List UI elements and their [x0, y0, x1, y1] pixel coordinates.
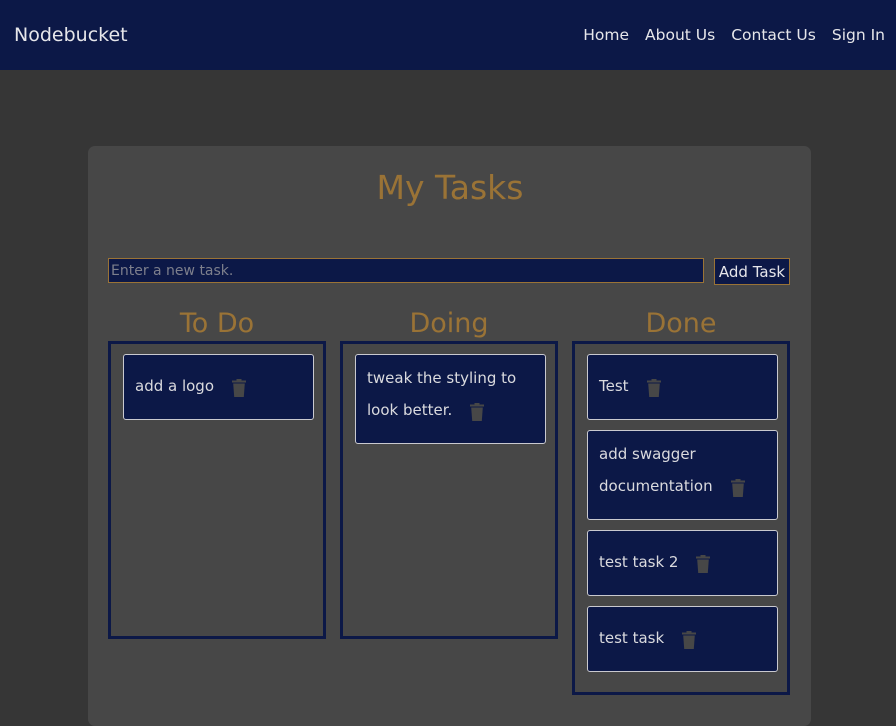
todo-column[interactable]: add a logo: [108, 341, 326, 639]
new-task-input[interactable]: [108, 258, 704, 283]
brand-logo-text[interactable]: Nodebucket: [14, 23, 128, 47]
nav-link-home[interactable]: Home: [583, 24, 629, 46]
task-text: add swagger documentation: [599, 445, 713, 495]
task-card[interactable]: add swagger documentation: [587, 430, 778, 520]
nav-link-contact-us[interactable]: Contact Us: [731, 24, 816, 46]
page-title: My Tasks: [376, 168, 524, 207]
add-task-button[interactable]: Add Task: [714, 258, 790, 285]
doing-column[interactable]: tweak the styling to look better.: [340, 341, 558, 639]
nav-link-about-us[interactable]: About Us: [645, 24, 715, 46]
task-text: add a logo: [135, 377, 215, 395]
trash-icon[interactable]: [232, 376, 247, 397]
task-text: tweak the styling to look better.: [367, 369, 517, 419]
todo-column-title: To Do: [179, 308, 255, 339]
task-card[interactable]: tweak the styling to look better.: [355, 354, 546, 444]
trash-icon[interactable]: [730, 476, 745, 497]
trash-icon[interactable]: [470, 400, 485, 421]
top-navbar: Nodebucket Home About Us Contact Us Sign…: [0, 0, 896, 70]
task-card[interactable]: test task: [587, 606, 778, 672]
done-column[interactable]: Test add swagger documentation test task…: [572, 341, 790, 695]
done-column-title: Done: [645, 308, 717, 339]
task-card[interactable]: Test: [587, 354, 778, 420]
task-text: test task 2: [599, 553, 679, 571]
task-text: test task: [599, 629, 665, 647]
task-text: Test: [599, 377, 629, 395]
trash-icon[interactable]: [646, 376, 661, 397]
task-card[interactable]: test task 2: [587, 530, 778, 596]
trash-icon[interactable]: [696, 552, 711, 573]
nav-link-sign-in[interactable]: Sign In: [832, 24, 885, 46]
nav-links: Home About Us Contact Us Sign In: [583, 24, 885, 46]
doing-column-title: Doing: [409, 308, 489, 339]
trash-icon[interactable]: [682, 628, 697, 649]
task-card[interactable]: add a logo: [123, 354, 314, 420]
